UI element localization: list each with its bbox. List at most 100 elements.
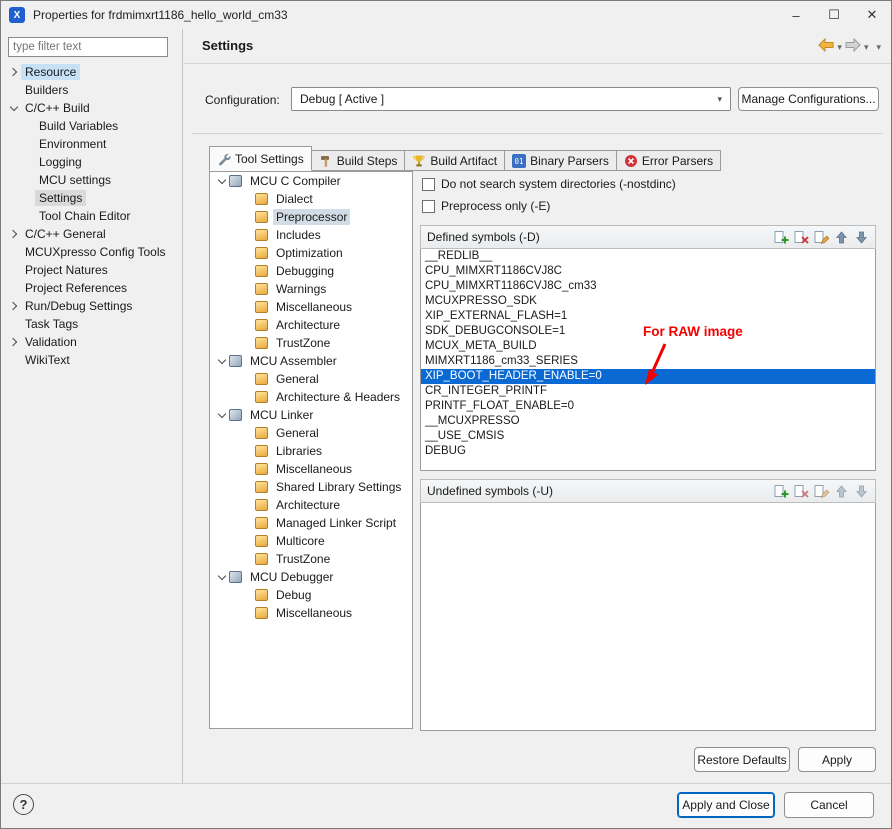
tool-tree-item[interactable]: General <box>210 424 412 442</box>
cancel-button[interactable]: Cancel <box>784 792 874 818</box>
add-icon[interactable] <box>774 230 789 245</box>
edit-icon[interactable] <box>814 484 829 499</box>
back-history-caret-icon[interactable]: ▾ <box>837 42 842 53</box>
tool-tree-item[interactable]: Architecture <box>210 496 412 514</box>
sidebar-item[interactable]: Tool Chain Editor <box>1 207 182 225</box>
expander-icon[interactable] <box>7 231 21 237</box>
defined-symbols-toolbar <box>774 230 869 245</box>
close-button[interactable]: ✕ <box>853 1 891 29</box>
restore-defaults-button[interactable]: Restore Defaults <box>694 747 790 772</box>
expander-icon[interactable] <box>214 359 229 363</box>
sidebar-item[interactable]: Logging <box>1 153 182 171</box>
tool-tree-item[interactable]: Miscellaneous <box>210 298 412 316</box>
tool-category-icon <box>255 211 268 223</box>
tool-tree-item[interactable]: Libraries <box>210 442 412 460</box>
tab-tool-settings[interactable]: Tool Settings <box>209 146 312 171</box>
sidebar-item[interactable]: Settings <box>1 189 182 207</box>
tool-tree-item[interactable]: Shared Library Settings <box>210 478 412 496</box>
tool-tree-item[interactable]: MCU Assembler <box>210 352 412 370</box>
view-menu-caret-icon[interactable]: ▾ <box>876 42 881 53</box>
apply-and-close-button[interactable]: Apply and Close <box>677 792 775 818</box>
sidebar-item[interactable]: Run/Debug Settings <box>1 297 182 315</box>
tool-tree-item-label: Architecture <box>273 497 343 513</box>
tool-tree-item[interactable]: TrustZone <box>210 334 412 352</box>
tool-tree-item[interactable]: Architecture <box>210 316 412 334</box>
defined-symbol-row[interactable]: CPU_MIMXRT1186CVJ8C_cm33 <box>421 279 875 294</box>
move-down-icon[interactable] <box>854 484 869 499</box>
move-down-icon[interactable] <box>854 230 869 245</box>
app-icon: X <box>9 7 25 23</box>
add-icon[interactable] <box>774 484 789 499</box>
nostdinc-checkbox[interactable] <box>422 178 435 191</box>
manage-configurations-button[interactable]: Manage Configurations... <box>738 87 879 111</box>
expander-icon[interactable] <box>214 413 229 417</box>
tool-tree-item[interactable]: Managed Linker Script <box>210 514 412 532</box>
sidebar-item[interactable]: Project References <box>1 279 182 297</box>
maximize-button[interactable]: ☐ <box>815 1 853 29</box>
tool-tree-item[interactable]: TrustZone <box>210 550 412 568</box>
defined-symbol-row[interactable]: __REDLIB__ <box>421 249 875 264</box>
preprocess-only-checkbox[interactable] <box>422 200 435 213</box>
move-up-icon[interactable] <box>834 484 849 499</box>
defined-symbol-row[interactable]: MCUXPRESSO_SDK <box>421 294 875 309</box>
tool-category-icon <box>255 463 268 475</box>
tool-tree-item[interactable]: Optimization <box>210 244 412 262</box>
tool-tree-item[interactable]: Debugging <box>210 262 412 280</box>
defined-symbol-row[interactable]: XIP_EXTERNAL_FLASH=1 <box>421 309 875 324</box>
edit-icon[interactable] <box>814 230 829 245</box>
minimize-button[interactable]: – <box>777 1 815 29</box>
sidebar-item-label: MCUXpresso Config Tools <box>21 244 170 260</box>
sidebar-item[interactable]: C/C++ General <box>1 225 182 243</box>
tool-tree-item[interactable]: Miscellaneous <box>210 604 412 622</box>
forward-arrow-icon[interactable] <box>845 38 861 57</box>
tool-tree-item[interactable]: Preprocessor <box>210 208 412 226</box>
tool-tree-item[interactable]: MCU C Compiler <box>210 172 412 190</box>
defined-symbol-row[interactable]: __MCUXPRESSO <box>421 414 875 429</box>
apply-button[interactable]: Apply <box>798 747 876 772</box>
tool-tree-item[interactable]: Dialect <box>210 190 412 208</box>
defined-symbol-row[interactable]: CPU_MIMXRT1186CVJ8C <box>421 264 875 279</box>
tool-tree-item[interactable]: Miscellaneous <box>210 460 412 478</box>
sidebar-item[interactable]: Validation <box>1 333 182 351</box>
back-arrow-icon[interactable] <box>818 38 834 57</box>
tab-binary-parsers[interactable]: 01 Binary Parsers <box>505 150 617 171</box>
sidebar-item[interactable]: WikiText <box>1 351 182 369</box>
tool-tree-item[interactable]: Includes <box>210 226 412 244</box>
filter-input[interactable] <box>8 37 168 57</box>
forward-history-caret-icon[interactable]: ▾ <box>864 42 869 53</box>
tool-tree-item[interactable]: MCU Linker <box>210 406 412 424</box>
tool-tree-item[interactable]: Architecture & Headers <box>210 388 412 406</box>
sidebar-item[interactable]: Project Natures <box>1 261 182 279</box>
expander-icon[interactable] <box>7 69 21 75</box>
sidebar-item[interactable]: Resource <box>1 63 182 81</box>
sidebar-item[interactable]: Builders <box>1 81 182 99</box>
move-up-icon[interactable] <box>834 230 849 245</box>
sidebar-item[interactable]: Environment <box>1 135 182 153</box>
tool-tree-item[interactable]: Multicore <box>210 532 412 550</box>
expander-icon[interactable] <box>7 339 21 345</box>
sidebar-item[interactable]: Build Variables <box>1 117 182 135</box>
tab-build-artifact[interactable]: Build Artifact <box>405 150 505 171</box>
defined-symbol-row[interactable]: PRINTF_FLOAT_ENABLE=0 <box>421 399 875 414</box>
tab-build-steps[interactable]: Build Steps <box>312 150 406 171</box>
delete-icon[interactable] <box>794 230 809 245</box>
defined-symbol-row[interactable]: __USE_CMSIS <box>421 429 875 444</box>
tool-tree-item[interactable]: General <box>210 370 412 388</box>
tool-tree-item[interactable]: MCU Debugger <box>210 568 412 586</box>
tool-tree-item[interactable]: Debug <box>210 586 412 604</box>
expander-icon[interactable] <box>214 179 229 183</box>
sidebar-item[interactable]: MCUXpresso Config Tools <box>1 243 182 261</box>
delete-icon[interactable] <box>794 484 809 499</box>
preprocess-only-label: Preprocess only (-E) <box>441 199 550 213</box>
expander-icon[interactable] <box>214 575 229 579</box>
sidebar-item[interactable]: MCU settings <box>1 171 182 189</box>
tab-error-parsers[interactable]: Error Parsers <box>617 150 721 171</box>
tool-tree-item[interactable]: Warnings <box>210 280 412 298</box>
expander-icon[interactable] <box>7 106 21 110</box>
sidebar-item[interactable]: C/C++ Build <box>1 99 182 117</box>
sidebar-item[interactable]: Task Tags <box>1 315 182 333</box>
configuration-select[interactable]: Debug [ Active ] ▾ <box>291 87 731 111</box>
help-icon[interactable]: ? <box>13 794 34 815</box>
expander-icon[interactable] <box>7 303 21 309</box>
defined-symbol-row[interactable]: DEBUG <box>421 444 875 459</box>
